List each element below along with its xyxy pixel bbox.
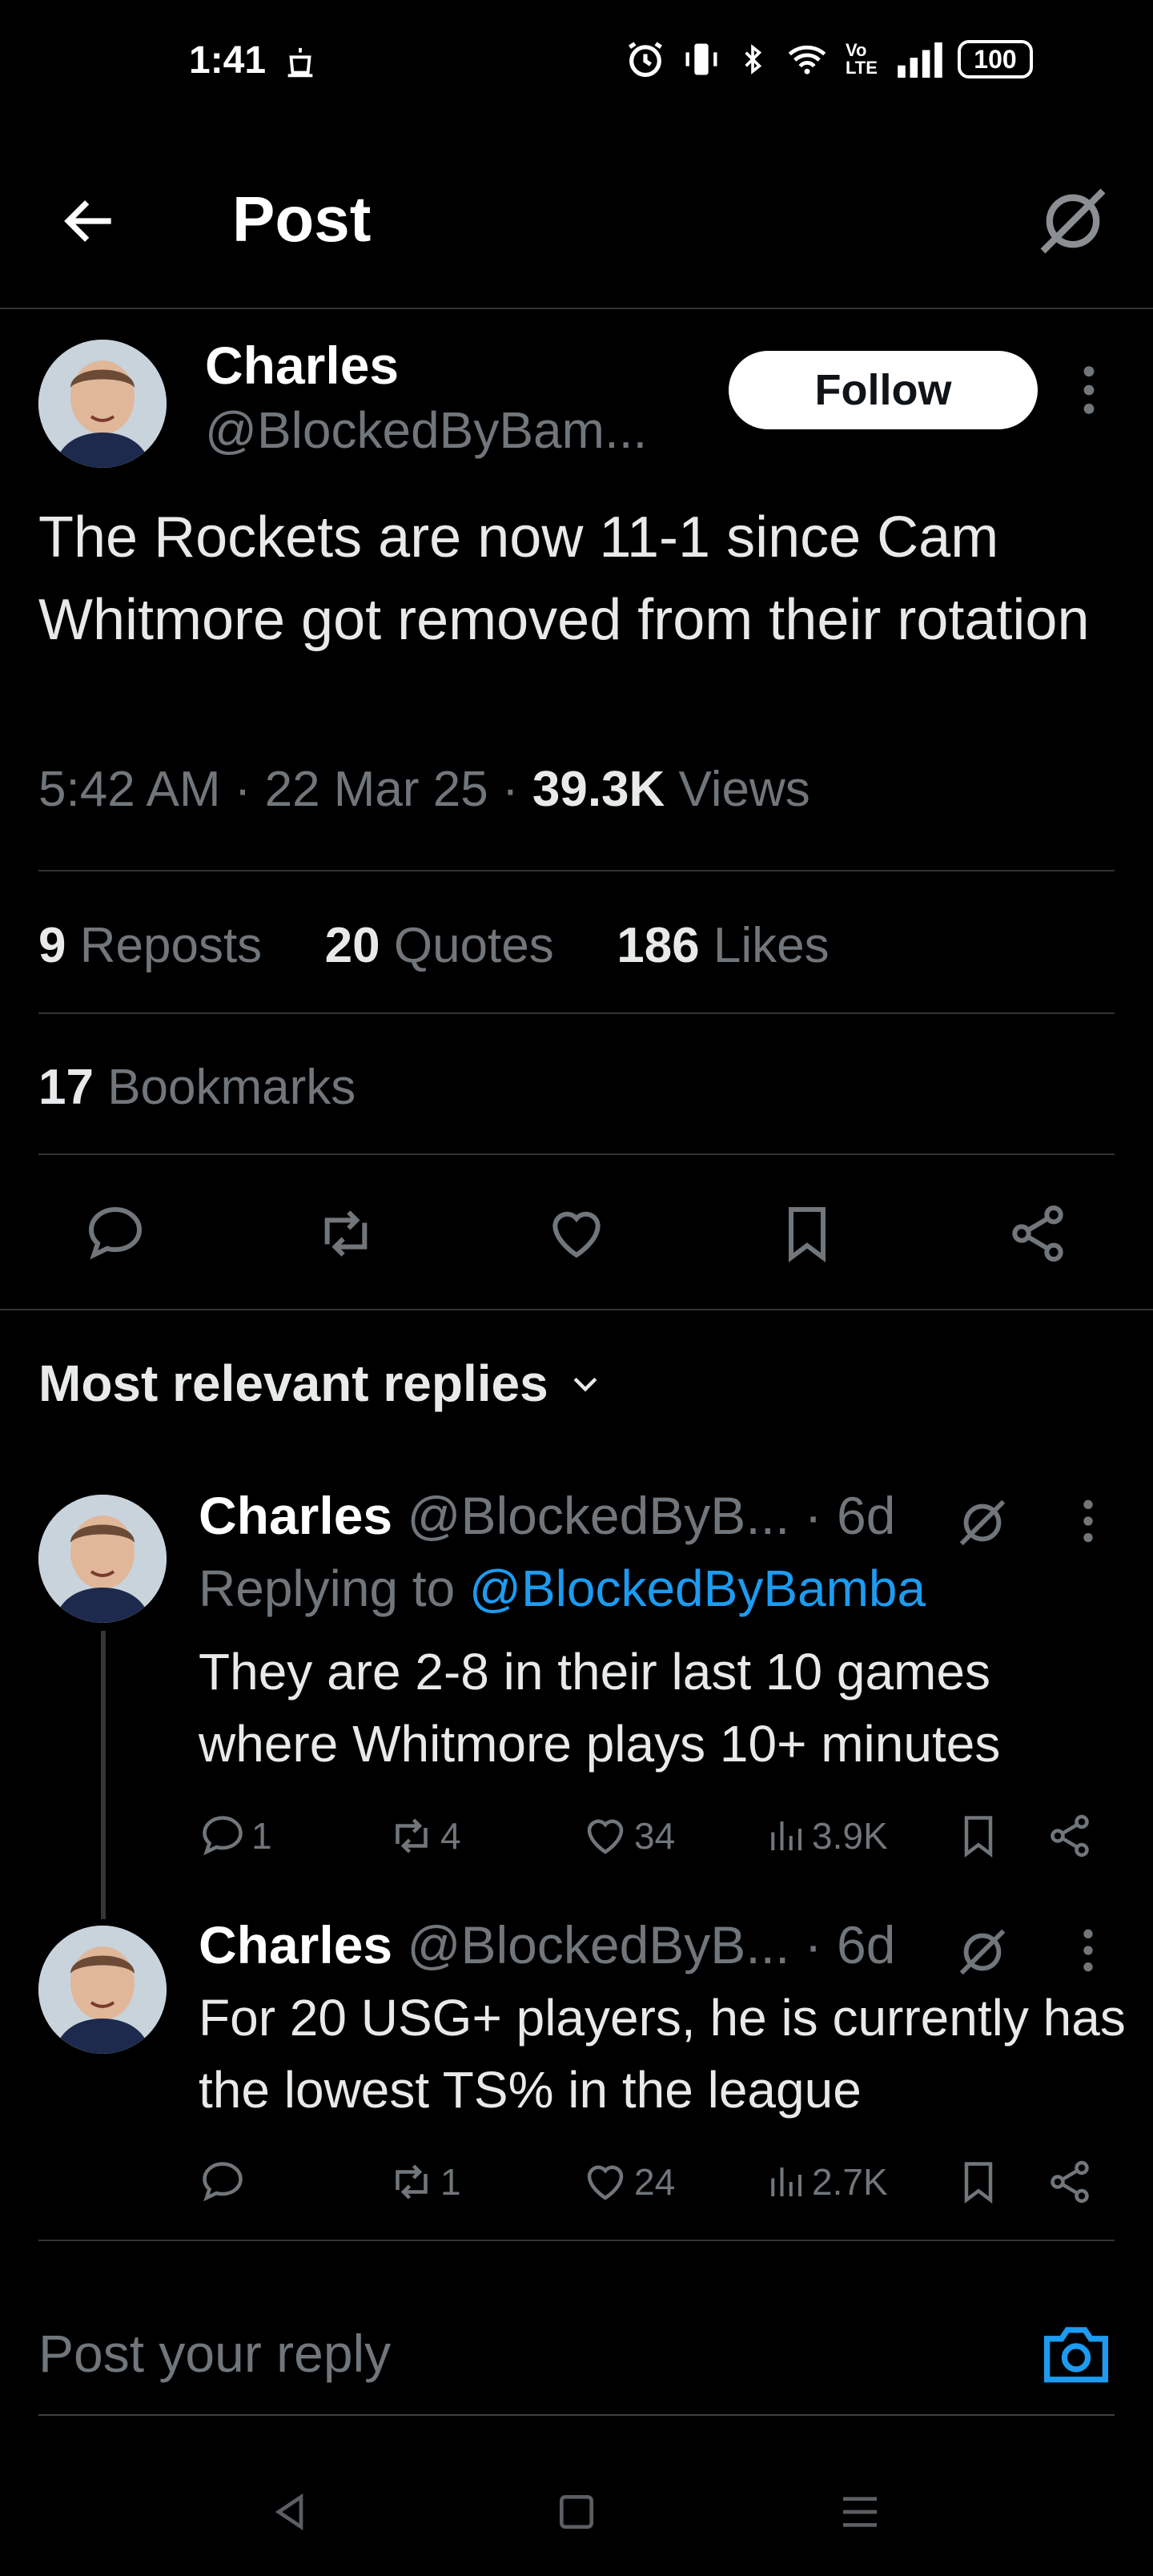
more-options-icon[interactable] [1073,362,1105,418]
avatar[interactable] [38,340,167,468]
nav-menu-icon[interactable] [838,2489,882,2534]
page-title: Post [232,183,372,255]
reply-age: · 6d [804,1915,896,1974]
author-name[interactable]: Charles [205,335,399,396]
battery-indicator: 100 [958,40,1033,78]
like-icon[interactable] [544,1201,609,1266]
reply-author-name[interactable]: Charles [199,1915,392,1974]
views-label: Views [678,762,810,817]
reply-reply-button[interactable] [199,2158,251,2206]
more-options-icon[interactable] [1076,1926,1100,1975]
reply-views-button[interactable]: 2.7K [764,2158,888,2206]
status-time: 1:41 [189,39,267,82]
grok-icon[interactable] [954,1924,1010,1980]
wifi-icon [783,38,831,80]
vibrate-icon [681,38,722,80]
quotes-stat[interactable]: 20 Quotes [325,918,554,973]
reply-header: Charles @BlockedByB... · 6d [199,1485,895,1546]
camera-icon[interactable] [1041,2321,1111,2385]
follow-button[interactable]: Follow [729,351,1038,429]
repost-icon[interactable] [314,1201,378,1266]
avatar[interactable] [38,1495,167,1623]
nav-back-icon[interactable] [267,2488,312,2536]
divider [38,1012,1115,1014]
signal-icon [895,41,943,78]
reply-author-handle[interactable]: @BlockedByB... [407,1915,789,1974]
tweet-time: 5:42 AM [38,762,221,817]
chevron-down-icon [568,1366,603,1401]
reply-bookmark-icon[interactable] [954,2158,1002,2206]
nav-home-icon[interactable] [554,2489,599,2534]
reply-repost-button[interactable]: 4 [388,1812,461,1860]
reply-text: For 20 USG+ players, he is currently has… [199,1989,1126,2119]
bluetooth-icon [737,38,769,80]
top-app-bar: Post [0,136,1153,309]
system-nav-bar [0,2451,1153,2576]
reply-views-button[interactable]: 3.9K [764,1812,888,1860]
author-handle[interactable]: @BlockedByBam... [205,400,647,460]
tweet-meta: 5:42 AM · 22 Mar 25 · 39.3K Views [38,762,810,817]
reply-icon[interactable] [83,1201,147,1266]
reply-share-icon[interactable] [1046,1812,1094,1860]
thread-line [101,1631,106,1919]
reply-age: · 6d [804,1486,896,1545]
back-arrow-icon[interactable] [58,189,122,253]
reply-input[interactable]: Post your reply [38,2323,391,2384]
composer-underline [38,2414,1115,2416]
replies-sort-dropdown[interactable]: Most relevant replies [38,1354,603,1413]
volte-label: Vo LTE [846,40,878,78]
replies-sort-label: Most relevant replies [38,1354,548,1412]
reply-like-button[interactable]: 34 [581,1812,675,1860]
reply-reply-button[interactable]: 1 [199,1812,272,1860]
reply-author-name[interactable]: Charles [199,1486,392,1545]
header-divider [0,308,1153,309]
bookmark-icon[interactable] [775,1201,839,1266]
reply-header: Charles @BlockedByB... · 6d [199,1914,895,1975]
divider [38,1153,1115,1155]
likes-stat[interactable]: 186 Likes [617,918,829,973]
tweet-date: 22 Mar 25 [264,762,488,817]
reply-author-handle[interactable]: @BlockedByB... [407,1486,789,1545]
reposts-stat[interactable]: 9 Reposts [38,918,262,973]
more-options-icon[interactable] [1076,1496,1100,1546]
reply-like-button[interactable]: 24 [581,2158,675,2206]
reply-repost-button[interactable]: 1 [388,2158,461,2206]
reply-share-icon[interactable] [1046,2158,1094,2206]
alarm-icon [625,38,666,80]
views-count: 39.3K [532,762,665,817]
tweet-text: The Rockets are now 11-1 since Cam Whitm… [38,505,1090,652]
reply-text: They are 2-8 in their last 10 games wher… [199,1643,1001,1773]
status-bar: 1:41 Vo LTE 100 [0,0,1153,128]
share-icon[interactable] [1006,1201,1070,1266]
bookmarks-stat[interactable]: 17 Bookmarks [38,1059,356,1116]
engagement-stats: 9 Reposts 20 Quotes 186 Likes [38,917,830,974]
notification-icon [282,45,319,82]
section-divider [0,1309,1153,1310]
reply-bookmark-icon[interactable] [954,1812,1002,1860]
divider [38,2240,1115,2241]
divider [38,870,1115,871]
replying-to-link[interactable]: @BlockedByBamba [469,1560,926,1617]
grok-icon[interactable] [954,1495,1010,1551]
grok-icon[interactable] [1033,181,1113,261]
replying-to: Replying to @BlockedByBamba [199,1560,926,1617]
avatar[interactable] [38,1926,167,2054]
